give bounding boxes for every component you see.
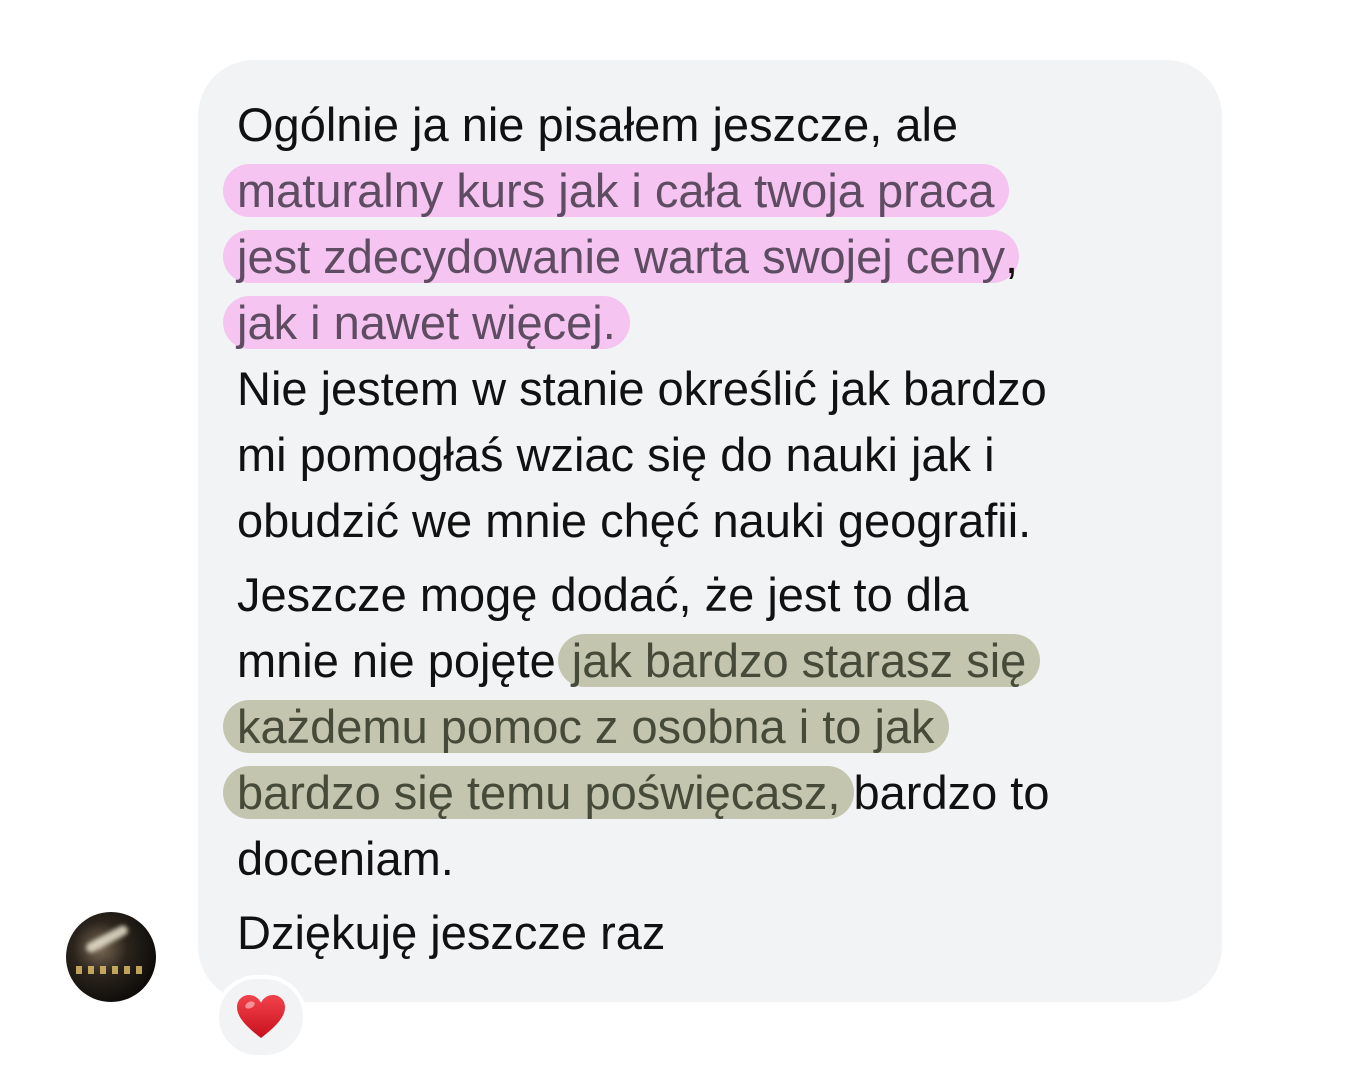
message-text-segment: Dziękuję jeszcze raz <box>237 906 666 959</box>
message-line: doceniam. <box>237 826 1217 892</box>
message-text-segment: mi pomogłaś wziac się do nauki jak i <box>237 428 995 481</box>
olive-highlight: każdemu pomoc z osobna i to jak <box>223 700 949 753</box>
pink-highlight: jest zdecydowanie warta swojej ceny <box>223 230 1020 283</box>
message-text-segment: Jeszcze mogę dodać, że jest to dla <box>237 568 969 621</box>
sender-avatar[interactable] <box>66 912 156 1002</box>
message-line: jak i nawet więcej. <box>223 290 1217 356</box>
message-line: bardzo się temu poświęcasz, bardzo to <box>223 760 1217 826</box>
message-line: każdemu pomoc z osobna i to jak <box>223 694 1217 760</box>
message-line: obudzić we mnie chęć nauki geografii. <box>237 488 1217 554</box>
pink-highlight: maturalny kurs jak i cała twoja praca <box>223 164 1009 217</box>
message-text-segment: , <box>1005 230 1019 283</box>
message-text-segment: obudzić we mnie chęć nauki geografii. <box>237 494 1032 547</box>
message-line: Nie jestem w stanie określić jak bardzo <box>237 356 1217 422</box>
message-text-segment: doceniam. <box>237 832 454 885</box>
pink-highlight: jak i nawet więcej. <box>223 296 630 349</box>
olive-highlight: bardzo się temu poświęcasz, <box>223 766 855 819</box>
message-line: Ogólnie ja nie pisałem jeszcze, ale <box>237 92 1217 158</box>
message-line: Dziękuję jeszcze raz <box>237 900 1217 966</box>
red-heart-icon <box>237 995 285 1038</box>
message-text: Ogólnie ja nie pisałem jeszcze, ale matu… <box>223 92 1217 966</box>
message-line: Jeszcze mogę dodać, że jest to dla <box>237 562 1217 628</box>
message-text-segment: Nie jestem w stanie określić jak bardzo <box>237 362 1047 415</box>
message-text-segment: Ogólnie ja nie pisałem jeszcze, ale <box>237 98 959 151</box>
message-line: jest zdecydowanie warta swojej ceny, <box>223 224 1217 290</box>
heart-reaction[interactable] <box>215 975 307 1059</box>
olive-highlight: jak bardzo starasz się <box>557 634 1041 687</box>
message-text-segment: bardzo to <box>840 766 1050 819</box>
message-text-segment: mnie nie pojęte <box>237 634 556 687</box>
message-line: maturalny kurs jak i cała twoja praca <box>223 158 1217 224</box>
message-line: mnie nie pojęte jak bardzo starasz się <box>237 628 1217 694</box>
message-line: mi pomogłaś wziac się do nauki jak i <box>237 422 1217 488</box>
avatar-photo-lights <box>76 966 146 974</box>
avatar-photo-beam <box>84 923 130 955</box>
